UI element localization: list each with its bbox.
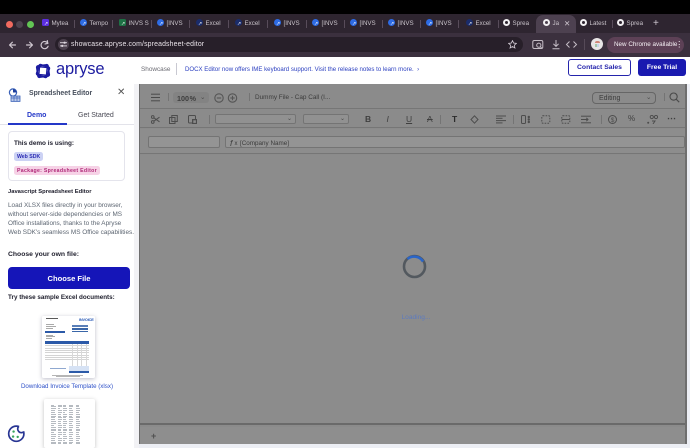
svg-text:$: $ bbox=[611, 116, 615, 123]
